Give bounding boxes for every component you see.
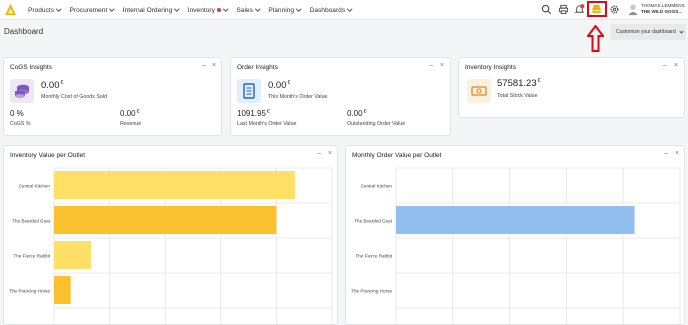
nav-planning-label: Planning xyxy=(268,6,295,14)
customize-dashboard-button[interactable]: Customize your dashboard xyxy=(611,24,686,40)
chevron-down-icon xyxy=(679,28,684,34)
cogs-percent-label: CoGS % xyxy=(10,121,31,127)
minimize-icon[interactable]: – xyxy=(429,62,433,69)
document-list-icon xyxy=(237,79,261,103)
close-icon[interactable]: × xyxy=(674,62,678,69)
outstanding-order-label: Outstanding Order Value xyxy=(347,121,406,127)
nav-inventory[interactable]: Inventory xyxy=(187,6,229,14)
minimize-icon[interactable]: – xyxy=(317,150,321,157)
nav-products-label: Products xyxy=(28,6,55,14)
bar[interactable] xyxy=(54,206,277,234)
minimize-icon[interactable]: – xyxy=(664,150,668,157)
cogs-insights-card: CoGS Insights – × 0.00€ Monthly Cost of … xyxy=(3,57,222,136)
chart-title: Monthly Order Value per Outlet xyxy=(352,152,442,159)
nav-internal-ordering-label: Internal Ordering xyxy=(122,6,173,14)
category-label: Central Kitchen xyxy=(19,183,51,188)
category-label: The Bearded Goat xyxy=(354,218,393,223)
inventory-value-chart-card: Inventory Value per Outlet – × Central K… xyxy=(3,145,338,325)
order-insights-card: Order Insights – × 0.00€ This Month's Or… xyxy=(230,57,451,136)
user-company: THE WILD GOOS... xyxy=(641,9,683,14)
page-title: Dashboard xyxy=(4,27,44,36)
nav-inventory-label: Inventory xyxy=(187,6,215,14)
card-title: Order Insights xyxy=(237,64,278,71)
revenue-label: Revenue xyxy=(120,121,142,127)
page-header: Dashboard xyxy=(0,21,688,44)
outstanding-order-value: 0.00€ xyxy=(347,109,367,118)
nav-procurement[interactable]: Procurement xyxy=(69,6,115,14)
card-title: Inventory Insights xyxy=(465,64,516,71)
cogs-percent: 0 % xyxy=(10,109,24,118)
nav-procurement-label: Procurement xyxy=(69,6,108,14)
close-icon[interactable]: × xyxy=(328,150,332,157)
alert-dot-icon xyxy=(216,8,221,12)
notification-bell-icon[interactable] xyxy=(574,4,585,15)
nav-products[interactable]: Products xyxy=(28,6,62,14)
minimize-icon[interactable]: – xyxy=(202,62,206,69)
category-label: The Bearded Goat xyxy=(12,218,51,223)
bar[interactable] xyxy=(396,206,635,234)
user-info[interactable]: THOMAS LEMMENS THE WILD GOOS... xyxy=(641,3,685,15)
cogs-value: 0.00€ xyxy=(41,80,64,91)
search-icon[interactable] xyxy=(541,4,552,15)
bar[interactable] xyxy=(54,171,295,199)
bar[interactable] xyxy=(54,241,92,269)
logo-icon[interactable] xyxy=(4,3,17,16)
chevron-down-icon xyxy=(296,6,302,12)
last-month-order-label: Last Month's Order Value xyxy=(237,121,297,127)
chevron-down-icon xyxy=(255,6,261,12)
monthly-order-value-chart: Central Kitchen The Bearded Goat The Fierc… xyxy=(351,167,681,324)
bar[interactable] xyxy=(54,276,71,304)
category-label: The Fierce Rabbit xyxy=(355,253,392,258)
main-nav: Products Procurement Internal Ordering I… xyxy=(28,0,361,20)
total-stock-value: 57581.23€ xyxy=(497,78,541,89)
gear-icon[interactable] xyxy=(609,4,620,15)
nav-planning[interactable]: Planning xyxy=(268,6,302,14)
cogs-value-label: Monthly Cost of Goods Sold xyxy=(41,94,107,100)
inventory-value-chart: Central Kitchen The Bearded Goat The Fierc… xyxy=(9,167,333,324)
category-label: Central Kitchen xyxy=(361,183,393,188)
printer-icon[interactable] xyxy=(558,4,569,15)
inventory-insights-card: Inventory Insights – × 57581.23€ Total S… xyxy=(458,57,685,118)
close-icon[interactable]: × xyxy=(212,62,216,69)
close-icon[interactable]: × xyxy=(440,62,444,69)
order-value-label: This Month's Order Value xyxy=(268,94,328,100)
minimize-icon[interactable]: – xyxy=(663,62,667,69)
highlight-frame xyxy=(587,1,607,17)
nav-dashboards[interactable]: Dashboards xyxy=(309,6,353,14)
revenue-value: 0.00€ xyxy=(120,109,140,118)
category-label: The Prancing Horse xyxy=(351,288,392,293)
chevron-down-icon xyxy=(56,6,62,12)
chevron-down-icon xyxy=(174,6,180,12)
top-navbar: Products Procurement Internal Ordering I… xyxy=(0,0,688,20)
total-stock-label: Total Stock Value xyxy=(497,93,538,99)
last-month-order-value: 1091.95€ xyxy=(237,109,270,118)
nav-dashboards-label: Dashboards xyxy=(309,6,346,14)
category-label: The Fierce Rabbit xyxy=(13,253,50,258)
chevron-down-icon xyxy=(223,6,229,12)
customize-dashboard-label: Customize your dashboard xyxy=(616,29,676,35)
nav-sales[interactable]: Sales xyxy=(236,6,261,14)
nav-sales-label: Sales xyxy=(236,6,253,14)
nav-internal-ordering[interactable]: Internal Ordering xyxy=(122,6,180,14)
avatar[interactable] xyxy=(627,3,639,16)
monthly-order-value-chart-card: Monthly Order Value per Outlet – × Centr… xyxy=(345,145,685,325)
banknote-icon xyxy=(467,79,491,103)
card-title: CoGS Insights xyxy=(10,64,52,71)
coins-icon xyxy=(10,79,34,103)
order-value: 0.00€ xyxy=(268,80,291,91)
chart-title: Inventory Value per Outlet xyxy=(10,152,86,159)
close-icon[interactable]: × xyxy=(675,150,679,157)
chevron-down-icon xyxy=(347,6,353,12)
category-label: The Prancing Horse xyxy=(9,288,50,293)
chevron-down-icon xyxy=(109,6,115,12)
